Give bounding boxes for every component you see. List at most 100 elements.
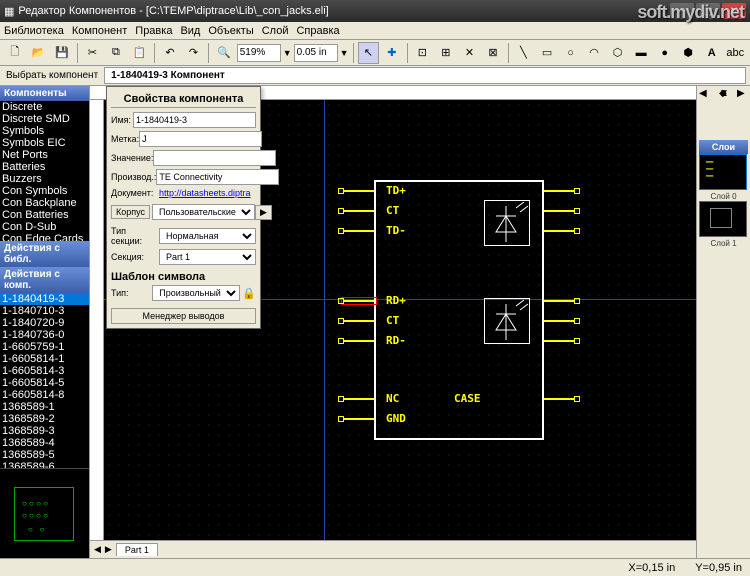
cut-icon[interactable]: ✂ <box>82 42 104 64</box>
case-button[interactable]: Корпус <box>111 205 150 219</box>
lib-item[interactable]: Con Batteries <box>0 209 89 221</box>
comp-item[interactable]: 1-1840736-0 <box>0 329 89 341</box>
pin-left[interactable] <box>344 320 374 322</box>
pin-left[interactable] <box>344 230 374 232</box>
nav-right-icon[interactable]: ▶ <box>737 88 745 99</box>
part-tab[interactable]: Part 1 <box>116 543 158 556</box>
zoom-input[interactable] <box>237 44 281 62</box>
lib-item[interactable]: Symbols EIC <box>0 137 89 149</box>
comp-item[interactable]: 1368589-1 <box>0 401 89 413</box>
mark-input[interactable] <box>139 131 262 147</box>
arc-icon[interactable]: ◠ <box>583 42 605 64</box>
line-icon[interactable]: ╲ <box>513 42 535 64</box>
comp-item[interactable]: 1-6605759-1 <box>0 341 89 353</box>
lib-item[interactable]: Discrete <box>0 101 89 113</box>
undo-icon[interactable]: ↶ <box>159 42 181 64</box>
nav-down-icon[interactable]: ▼ <box>719 88 729 99</box>
lock-icon[interactable]: 🔒 <box>242 287 256 300</box>
lib-item[interactable]: Con Edge Cards <box>0 233 89 241</box>
section-select[interactable]: Part 1 <box>159 249 256 265</box>
tool3-icon[interactable]: ✕ <box>459 42 481 64</box>
comp-item[interactable]: 1-1840419-3 <box>0 293 89 305</box>
value-input[interactable] <box>153 150 276 166</box>
menu-help[interactable]: Справка <box>296 25 339 37</box>
component-list[interactable]: 1-1840419-31-1840710-31-1840720-91-18407… <box>0 293 89 468</box>
layer-0-thumb[interactable]: ━━━━━━ <box>699 154 747 190</box>
comp-item[interactable]: 1368589-6 <box>0 461 89 468</box>
lib-item[interactable]: Buzzers <box>0 173 89 185</box>
pin-right[interactable] <box>544 300 574 302</box>
doc-link[interactable]: http://datasheets.diptra <box>159 188 251 198</box>
comp-item[interactable]: 1368589-2 <box>0 413 89 425</box>
tab-next-icon[interactable]: ▶ <box>105 544 112 555</box>
pin-right[interactable] <box>544 320 574 322</box>
pin-manager-button[interactable]: Менеджер выводов <box>111 308 256 324</box>
lib-item[interactable]: Batteries <box>0 161 89 173</box>
save-icon[interactable]: 💾 <box>51 42 73 64</box>
pin-right[interactable] <box>544 190 574 192</box>
type-select[interactable]: Произвольный <box>152 285 240 301</box>
open-icon[interactable]: 📂 <box>28 42 50 64</box>
pin-right[interactable] <box>544 340 574 342</box>
misc-icon[interactable]: abc <box>725 42 747 64</box>
copy-icon[interactable]: ⧉ <box>105 42 127 64</box>
case-select[interactable]: Пользовательские <box>152 204 255 220</box>
pin-left[interactable] <box>344 190 374 192</box>
comp-item[interactable]: 1368589-5 <box>0 449 89 461</box>
pan-navigator[interactable]: ▲ ◀ ◆ ▶ ▼ <box>699 88 747 136</box>
pin-left[interactable] <box>344 418 374 420</box>
menu-library[interactable]: Библиотека <box>4 25 64 37</box>
pin-right[interactable] <box>544 398 574 400</box>
redo-icon[interactable]: ↷ <box>183 42 205 64</box>
poly-icon[interactable]: ⬡ <box>607 42 629 64</box>
comp-item[interactable]: 1-6605814-8 <box>0 389 89 401</box>
plus-icon[interactable]: ✚ <box>381 42 403 64</box>
tab-prev-icon[interactable]: ◀ <box>94 544 101 555</box>
fillcirc-icon[interactable]: ● <box>654 42 676 64</box>
comp-item[interactable]: 1-6605814-3 <box>0 365 89 377</box>
comp-item[interactable]: 1368589-3 <box>0 425 89 437</box>
pin-left[interactable] <box>344 210 374 212</box>
lib-item[interactable]: Net Ports <box>0 149 89 161</box>
rect-icon[interactable]: ▭ <box>536 42 558 64</box>
lib-item[interactable]: Discrete SMD <box>0 113 89 125</box>
pointer-icon[interactable]: ↖ <box>358 42 380 64</box>
menu-view[interactable]: Вид <box>180 25 200 37</box>
comp-actions-header[interactable]: Действия с комп. <box>0 267 89 293</box>
paste-icon[interactable]: 📋 <box>129 42 151 64</box>
menu-edit[interactable]: Правка <box>135 25 172 37</box>
pin-right[interactable] <box>544 210 574 212</box>
library-list[interactable]: DiscreteDiscrete SMDSymbolsSymbols EICNe… <box>0 101 89 241</box>
fillrect-icon[interactable]: ▬ <box>630 42 652 64</box>
nav-left-icon[interactable]: ◀ <box>699 88 707 99</box>
comp-item[interactable]: 1368589-4 <box>0 437 89 449</box>
comp-item[interactable]: 1-1840710-3 <box>0 305 89 317</box>
comp-item[interactable]: 1-6605814-5 <box>0 377 89 389</box>
name-input[interactable] <box>133 112 256 128</box>
lib-item[interactable]: Con Symbols <box>0 185 89 197</box>
pin-left[interactable] <box>344 340 374 342</box>
lib-item[interactable]: Symbols <box>0 125 89 137</box>
lib-item[interactable]: Con Backplane <box>0 197 89 209</box>
lib-actions-header[interactable]: Действия с библ. <box>0 241 89 267</box>
menu-objects[interactable]: Объекты <box>208 25 253 37</box>
pin-left[interactable] <box>344 300 374 302</box>
comp-item[interactable]: 1-1840720-9 <box>0 317 89 329</box>
case-next-button[interactable]: ▶ <box>255 205 272 220</box>
manuf-input[interactable] <box>156 169 279 185</box>
menu-layer[interactable]: Слой <box>262 25 289 37</box>
fillpoly-icon[interactable]: ⬢ <box>677 42 699 64</box>
pin-right[interactable] <box>544 230 574 232</box>
menu-component[interactable]: Компонент <box>72 25 127 37</box>
zoom-icon[interactable]: 🔍 <box>213 42 235 64</box>
pin-left[interactable] <box>344 398 374 400</box>
layer-1-thumb[interactable] <box>699 201 747 237</box>
tool2-icon[interactable]: ⊞ <box>435 42 457 64</box>
new-icon[interactable]: 🗋 <box>4 42 26 64</box>
circle-icon[interactable]: ○ <box>560 42 582 64</box>
text-icon[interactable]: A <box>701 42 723 64</box>
grid-input[interactable] <box>294 44 338 62</box>
tool4-icon[interactable]: ⊠ <box>482 42 504 64</box>
comp-item[interactable]: 1-6605814-1 <box>0 353 89 365</box>
lib-item[interactable]: Con D-Sub <box>0 221 89 233</box>
